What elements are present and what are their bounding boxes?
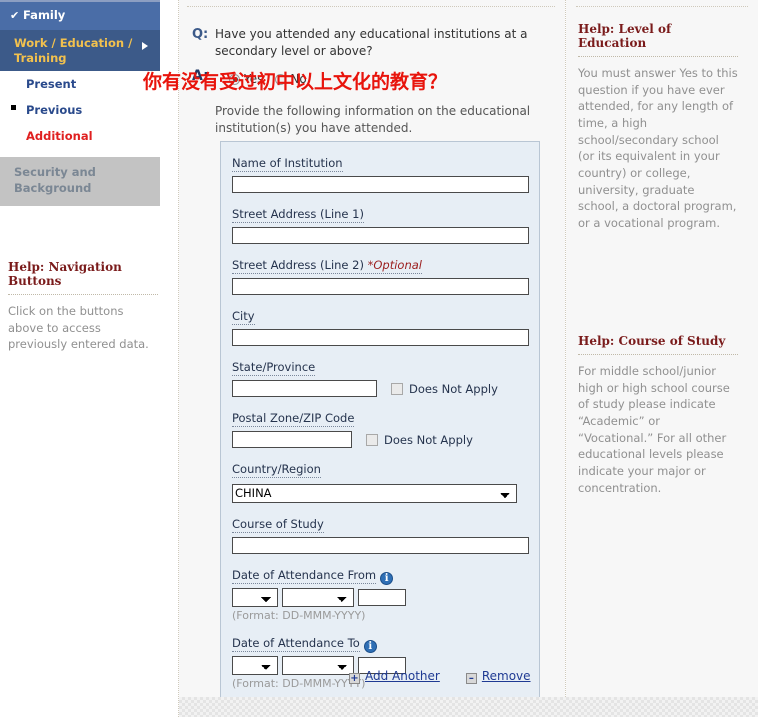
sidebar-item-security-and-background: Security and Background bbox=[0, 157, 160, 206]
help-panel-course-of-study: Help: Course of Study For middle school/… bbox=[578, 334, 738, 496]
label-postal-does-not-apply: Does Not Apply bbox=[384, 432, 473, 447]
help-panel-level-of-education-divider bbox=[578, 56, 738, 57]
bottom-hatch-band bbox=[179, 697, 758, 717]
field-name-of-institution: Name of Institution bbox=[232, 152, 529, 193]
field-date-of-attendance-from: Date of Attendance From i (Format: DD-MMM… bbox=[232, 564, 528, 622]
sidebar-item-work-education-training-label: Work / Education / Training bbox=[14, 36, 133, 65]
input-city[interactable] bbox=[232, 329, 529, 346]
label-street-address-line-2: Street Address (Line 2) *Optional bbox=[232, 258, 422, 274]
remove-label: Remove bbox=[481, 669, 531, 683]
sidebar-item-work-education-training[interactable]: Work / Education / Training bbox=[0, 30, 160, 72]
input-date-from-year[interactable] bbox=[358, 588, 406, 606]
select-date-from-day[interactable] bbox=[232, 587, 278, 607]
question-text: Have you attended any educational instit… bbox=[215, 27, 528, 59]
field-country-region: Country/Region CHINA bbox=[232, 458, 528, 503]
field-state-province: State/Province Does Not Apply bbox=[232, 356, 528, 397]
sidebar-item-present-label: Present bbox=[26, 77, 77, 92]
sidebar-item-present[interactable]: Present bbox=[0, 71, 160, 98]
select-date-to-month[interactable] bbox=[282, 655, 354, 675]
field-postal-code: Postal Zone/ZIP Code Does Not Apply bbox=[232, 407, 528, 448]
sidebar-item-security-and-background-label: Security and Background bbox=[14, 165, 96, 195]
select-date-to-day[interactable] bbox=[232, 655, 278, 675]
chinese-annotation: 你有没有受过初中以上文化的教育？ bbox=[143, 71, 448, 93]
input-course-of-study[interactable] bbox=[232, 536, 529, 554]
label-course-of-study: Course of Study bbox=[232, 516, 324, 533]
label-street-address-line-1: Street Address (Line 1) bbox=[232, 207, 364, 223]
help-panel-level-of-education-body: You must answer Yes to this question if … bbox=[578, 66, 738, 231]
input-postal-code[interactable] bbox=[232, 431, 352, 448]
label-country-region: Country/Region bbox=[232, 462, 321, 478]
sidebar-help-panel: Help: Navigation Buttons Click on the bu… bbox=[8, 260, 158, 353]
sidebar-item-previous[interactable]: Previous bbox=[0, 97, 160, 124]
field-street-address-line-2: Street Address (Line 2) *Optional bbox=[232, 254, 529, 295]
main-top-divider bbox=[187, 6, 555, 7]
current-page-marker-icon bbox=[11, 105, 16, 111]
sidebar-help-body: Click on the buttons above to access pre… bbox=[8, 304, 149, 352]
minus-icon: – bbox=[465, 673, 477, 684]
remove-button[interactable]: – Remove bbox=[465, 669, 531, 684]
education-entry-panel: Name of Institution Street Address (Line… bbox=[220, 141, 540, 705]
checkbox-postal-does-not-apply[interactable] bbox=[366, 433, 378, 446]
input-street-address-line-2[interactable] bbox=[232, 278, 529, 295]
info-icon-date-to[interactable]: i bbox=[363, 639, 377, 653]
entry-actions: + Add Another – Remove bbox=[349, 669, 531, 684]
field-city: City bbox=[232, 305, 529, 346]
input-state-province[interactable] bbox=[232, 380, 377, 397]
chevron-right-icon bbox=[142, 42, 148, 50]
check-icon: ✔ bbox=[10, 9, 20, 22]
label-postal-code: Postal Zone/ZIP Code bbox=[232, 411, 355, 427]
info-icon-date-from[interactable]: i bbox=[380, 571, 394, 585]
label-date-of-attendance-to: Date of Attendance To bbox=[232, 635, 360, 652]
label-date-of-attendance-from: Date of Attendance From bbox=[232, 567, 377, 584]
plus-icon: + bbox=[349, 673, 360, 684]
label-state-province: State/Province bbox=[232, 360, 316, 376]
date-from-format-hint: (Format: DD-MMM-YYYY) bbox=[232, 608, 366, 622]
state-province-row: Does Not Apply bbox=[232, 380, 528, 397]
input-name-of-institution[interactable] bbox=[232, 176, 529, 193]
help-panel-course-of-study-title: Help: Course of Study bbox=[578, 334, 726, 348]
label-name-of-institution: Name of Institution bbox=[232, 156, 343, 172]
page-root: ✔ Family Work / Education / Training Pres… bbox=[0, 0, 758, 717]
label-city: City bbox=[232, 309, 255, 325]
select-country-region[interactable]: CHINA bbox=[232, 483, 517, 503]
sidebar-help-title: Help: Navigation Buttons bbox=[8, 260, 122, 288]
help-column: Help: Level of Education You must answer… bbox=[566, 0, 758, 717]
help-panel-level-of-education-title: Help: Level of Education bbox=[578, 22, 672, 50]
date-from-row bbox=[232, 587, 528, 607]
main-content: Q: Have you attended any educational ins… bbox=[179, 0, 565, 717]
question-marker: Q: bbox=[192, 27, 209, 42]
optional-marker: *Optional bbox=[367, 258, 422, 272]
sidebar-item-previous-label: Previous bbox=[26, 103, 83, 118]
sidebar: ✔ Family Work / Education / Training Pres… bbox=[0, 0, 160, 717]
sidebar-help-divider bbox=[8, 294, 158, 295]
help-top-divider bbox=[576, 6, 748, 7]
field-street-address-line-1: Street Address (Line 1) bbox=[232, 203, 529, 244]
help-panel-level-of-education: Help: Level of Education You must answer… bbox=[578, 22, 738, 232]
sidebar-item-additional[interactable]: Additional bbox=[0, 123, 160, 150]
label-state-does-not-apply: Does Not Apply bbox=[409, 381, 498, 396]
help-panel-course-of-study-divider bbox=[578, 354, 738, 355]
field-course-of-study: Course of Study bbox=[232, 513, 529, 554]
checkbox-state-does-not-apply[interactable] bbox=[391, 382, 403, 395]
add-another-button[interactable]: + Add Another bbox=[349, 669, 440, 684]
sidebar-item-additional-label: Additional bbox=[26, 129, 93, 144]
sidebar-item-family-label: Family bbox=[23, 8, 66, 22]
label-street-address-line-2-text: Street Address (Line 2) bbox=[232, 258, 364, 272]
postal-code-row: Does Not Apply bbox=[232, 431, 528, 448]
add-another-label: Add Another bbox=[365, 669, 440, 683]
select-date-from-month[interactable] bbox=[282, 587, 354, 607]
sidebar-top-rule bbox=[0, 0, 160, 2]
input-street-address-line-1[interactable] bbox=[232, 227, 529, 244]
instruction-text: Provide the following information on the… bbox=[215, 104, 531, 136]
sidebar-item-family[interactable]: ✔ Family bbox=[0, 0, 160, 30]
help-panel-course-of-study-body: For middle school/junior high or high sc… bbox=[578, 364, 730, 495]
